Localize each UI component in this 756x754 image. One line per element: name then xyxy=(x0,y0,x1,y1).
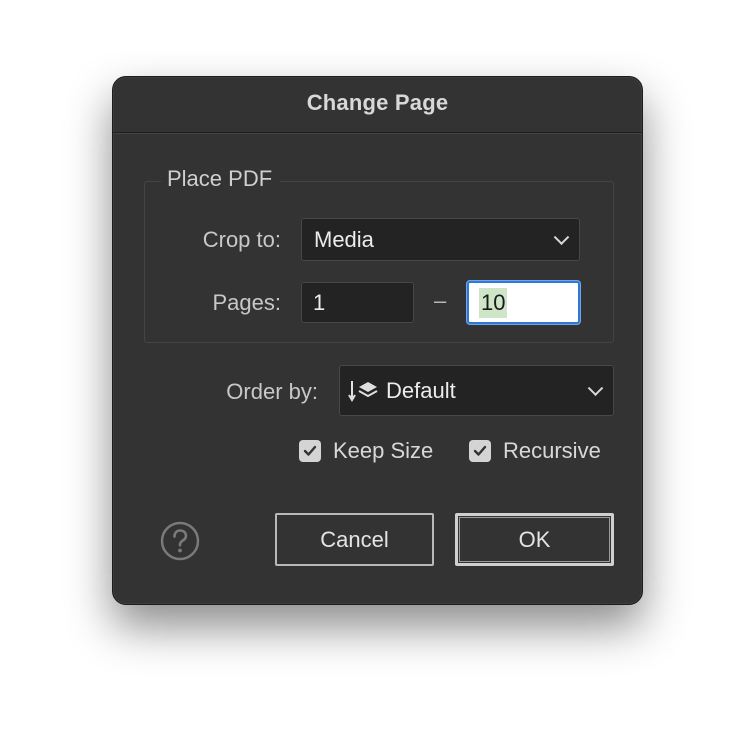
pages-to-input[interactable]: 10 xyxy=(467,281,580,324)
place-pdf-legend: Place PDF xyxy=(161,166,281,192)
cancel-button-label: Cancel xyxy=(320,526,389,552)
keep-size-label[interactable]: Keep Size xyxy=(333,438,433,464)
help-button[interactable] xyxy=(160,521,200,561)
pages-to-value: 10 xyxy=(479,287,508,318)
checkmark-icon xyxy=(473,445,487,456)
order-by-select[interactable]: Default xyxy=(339,365,614,416)
order-by-value: Default xyxy=(386,377,456,403)
pages-from-value: 1 xyxy=(313,289,326,315)
order-by-label: Order by: xyxy=(226,379,318,404)
crop-to-select[interactable]: Media xyxy=(301,218,580,261)
recursive-checkbox[interactable] xyxy=(469,440,491,462)
sort-layers-icon xyxy=(348,377,380,405)
keep-size-checkbox[interactable] xyxy=(299,440,321,462)
chevron-down-icon xyxy=(587,379,604,396)
ok-button[interactable]: OK xyxy=(455,513,614,566)
change-page-dialog: Change Page Place PDF Crop to: Media Pag… xyxy=(112,76,643,605)
pages-label: Pages: xyxy=(212,290,282,315)
pages-from-input[interactable]: 1 xyxy=(301,282,414,323)
recursive-label[interactable]: Recursive xyxy=(503,438,601,464)
pages-separator: – xyxy=(434,288,447,313)
chevron-down-icon xyxy=(553,228,570,245)
title-bar[interactable]: Change Page xyxy=(113,77,642,133)
cancel-button[interactable]: Cancel xyxy=(275,513,434,566)
dialog-title: Change Page xyxy=(306,89,449,115)
question-mark-icon xyxy=(160,521,200,561)
crop-to-value: Media xyxy=(314,226,374,252)
crop-to-label: Crop to: xyxy=(202,227,281,252)
ok-button-label: OK xyxy=(518,526,551,552)
checkmark-icon xyxy=(303,445,317,456)
